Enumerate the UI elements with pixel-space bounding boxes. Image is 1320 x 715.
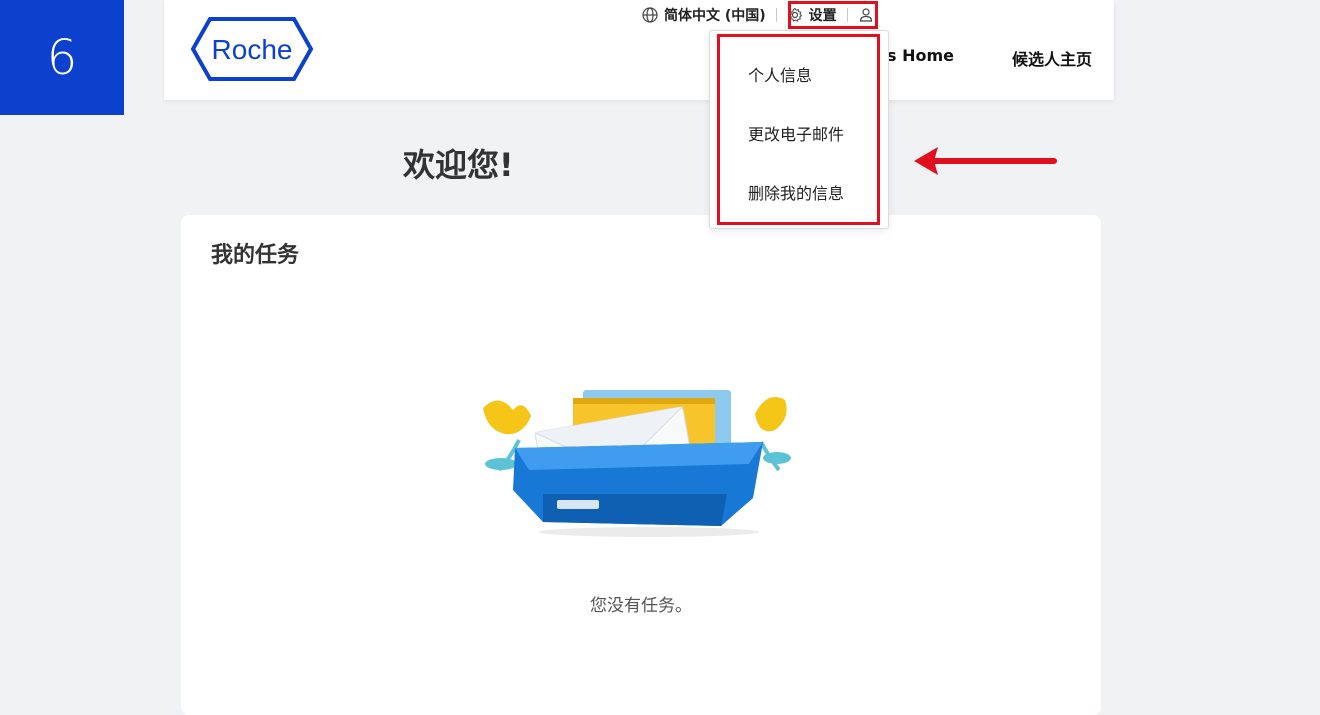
language-label: 简体中文 (中国)	[664, 8, 766, 24]
logo-text: Roche	[212, 34, 293, 65]
tasks-heading: 我的任务	[211, 243, 300, 268]
utility-bar: 简体中文 (中国) 设置	[642, 4, 874, 26]
utility-divider	[775, 8, 777, 22]
my-tasks-card: 我的任务 您没有任务。	[181, 215, 1101, 715]
step-number-badge: 6	[0, 0, 124, 115]
menu-item-delete-my-info[interactable]: 删除我的信息	[748, 180, 844, 204]
gear-icon	[788, 7, 802, 22]
welcome-heading: 欢迎您!	[403, 146, 514, 184]
settings-label: 设置	[808, 8, 837, 24]
settings-dropdown: 个人信息 更改电子邮件 删除我的信息	[709, 30, 889, 229]
language-selector[interactable]: 简体中文 (中国)	[642, 5, 766, 25]
roche-logo[interactable]: Roche	[190, 16, 314, 82]
account-button[interactable]	[858, 7, 874, 23]
menu-item-personal-info[interactable]: 个人信息	[748, 62, 812, 86]
globe-icon	[642, 7, 658, 23]
nav-candidate-home[interactable]: 候选人主页	[1012, 46, 1092, 70]
annotation-arrow-icon	[914, 147, 1057, 175]
no-tasks-message: 您没有任务。	[590, 596, 692, 616]
main-nav: Careers Home 候选人主页	[880, 46, 1092, 70]
site-header: Roche 简体中文 (中国) 设置 Car	[164, 0, 1114, 100]
menu-item-change-email[interactable]: 更改电子邮件	[748, 121, 844, 145]
user-icon	[859, 8, 872, 22]
empty-inbox-illustration	[483, 390, 791, 537]
nav-careers-home[interactable]: Careers Home	[880, 46, 954, 70]
settings-button[interactable]: 设置	[787, 5, 837, 25]
utility-divider	[846, 8, 848, 22]
